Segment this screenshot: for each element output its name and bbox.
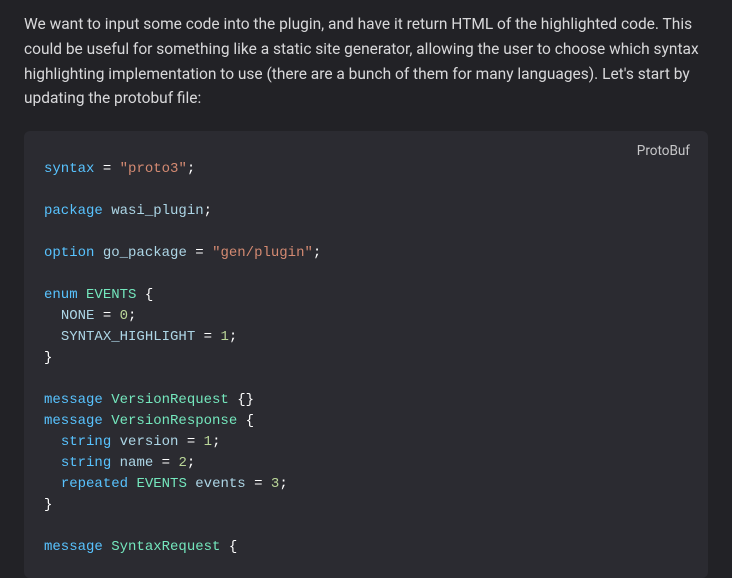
op-eq: = bbox=[254, 476, 262, 492]
op-eq: = bbox=[187, 434, 195, 450]
op-lbrace: { bbox=[246, 413, 254, 429]
op-lbrace: { bbox=[229, 539, 237, 555]
kw-option: option bbox=[44, 245, 94, 261]
op-semi: ; bbox=[313, 245, 321, 261]
type-version-request: VersionRequest bbox=[111, 392, 229, 408]
kw-syntax: syntax bbox=[44, 161, 94, 177]
str-proto3: "proto3" bbox=[120, 161, 187, 177]
name-version: version bbox=[120, 434, 179, 450]
op-semi: ; bbox=[204, 203, 212, 219]
kw-message: message bbox=[44, 392, 103, 408]
code-block: ProtoBuf syntax = "proto3"; package wasi… bbox=[24, 131, 708, 578]
type-events: EVENTS bbox=[86, 287, 136, 303]
op-semi: ; bbox=[187, 161, 195, 177]
str-gopackage: "gen/plugin" bbox=[212, 245, 313, 261]
op-eq: = bbox=[162, 455, 170, 471]
num-one: 1 bbox=[220, 329, 228, 345]
num-two: 2 bbox=[178, 455, 186, 471]
op-eq: = bbox=[195, 245, 203, 261]
op-eq: = bbox=[204, 329, 212, 345]
intro-paragraph: We want to input some code into the plug… bbox=[24, 12, 708, 111]
op-eq: = bbox=[103, 308, 111, 324]
kw-enum: enum bbox=[44, 287, 78, 303]
name-package: wasi_plugin bbox=[111, 203, 203, 219]
name-events: events bbox=[195, 476, 245, 492]
num-zero: 0 bbox=[120, 308, 128, 324]
op-lbrace: { bbox=[145, 287, 153, 303]
kw-package: package bbox=[44, 203, 103, 219]
num-one: 1 bbox=[204, 434, 212, 450]
kw-string: string bbox=[61, 434, 111, 450]
name-name: name bbox=[120, 455, 154, 471]
intro-text: We want to input some code into the plug… bbox=[24, 15, 699, 107]
kw-message: message bbox=[44, 413, 103, 429]
code-language-label: ProtoBuf bbox=[637, 141, 690, 163]
type-events-ref: EVENTS bbox=[136, 476, 186, 492]
name-gopackage: go_package bbox=[103, 245, 187, 261]
op-eq: = bbox=[103, 161, 111, 177]
type-version-response: VersionResponse bbox=[111, 413, 237, 429]
name-none: NONE bbox=[61, 308, 95, 324]
code-content: syntax = "proto3"; package wasi_plugin; … bbox=[44, 159, 688, 558]
name-syntax-highlight: SYNTAX_HIGHLIGHT bbox=[61, 329, 195, 345]
kw-repeated: repeated bbox=[61, 476, 128, 492]
kw-message: message bbox=[44, 539, 103, 555]
op-empty: {} bbox=[237, 392, 254, 408]
op-semi: ; bbox=[279, 476, 287, 492]
op-semi: ; bbox=[212, 434, 220, 450]
op-rbrace: } bbox=[44, 497, 52, 513]
op-semi: ; bbox=[128, 308, 136, 324]
type-syntax-request: SyntaxRequest bbox=[111, 539, 220, 555]
op-rbrace: } bbox=[44, 350, 52, 366]
op-semi: ; bbox=[187, 455, 195, 471]
kw-string: string bbox=[61, 455, 111, 471]
op-semi: ; bbox=[229, 329, 237, 345]
